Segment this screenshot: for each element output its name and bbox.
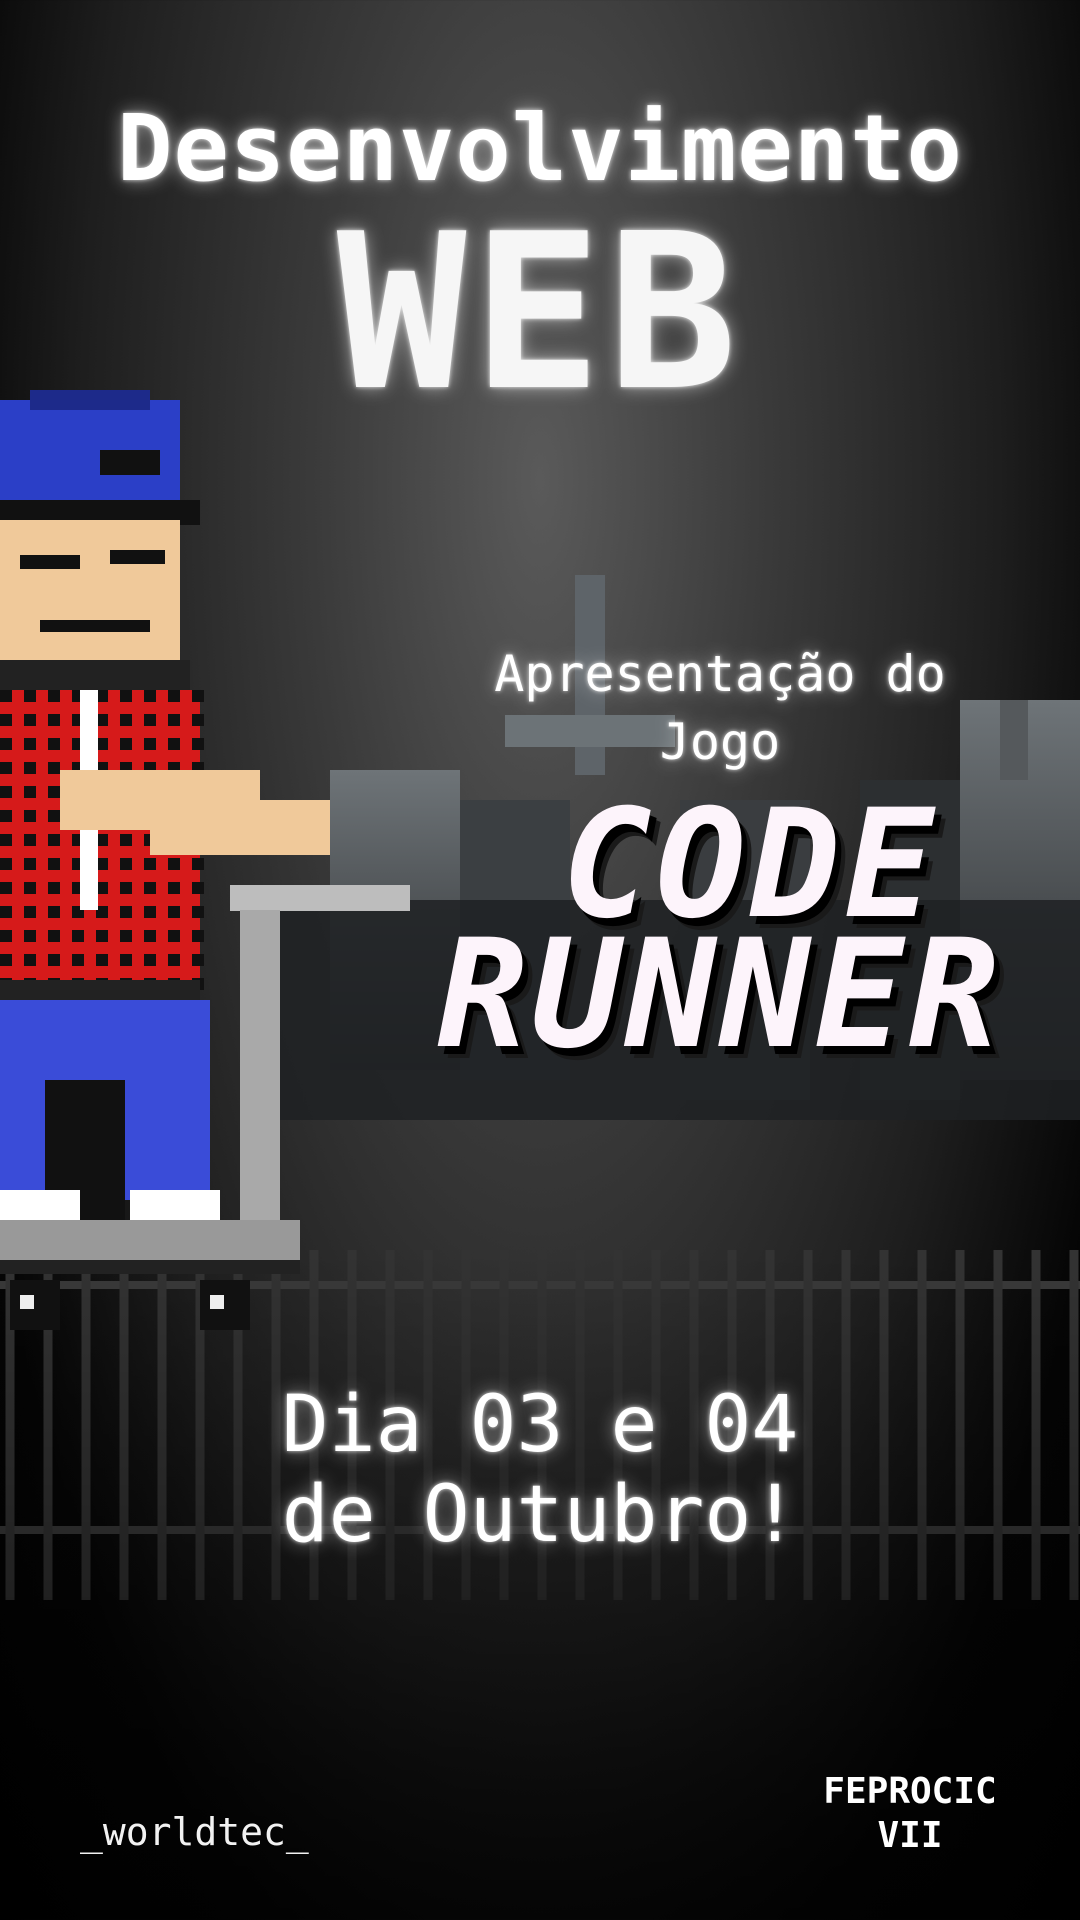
- event-name: FEPROCIC VII: [790, 1770, 1030, 1858]
- instagram-handle: _worldtec_: [80, 1810, 309, 1854]
- game-logo-runner: RUNNER: [437, 908, 1003, 1082]
- subtitle-line1: Apresentação do: [494, 645, 946, 703]
- title-web: WEB: [336, 187, 744, 438]
- event-date: Dia 03 e 04 de Outubro!: [190, 1380, 890, 1560]
- event-name-line1: FEPROCIC: [823, 1771, 997, 1812]
- date-line2: de Outubro!: [281, 1470, 799, 1560]
- title-desenvolvimento: Desenvolvimento: [117, 95, 963, 202]
- date-line1: Dia 03 e 04: [281, 1380, 799, 1470]
- subtitle-line2: Jogo: [659, 713, 781, 771]
- event-name-line2: VII: [877, 1815, 943, 1856]
- pixel-character: [0, 390, 410, 1330]
- subtitle: Apresentação do Jogo: [440, 640, 1000, 776]
